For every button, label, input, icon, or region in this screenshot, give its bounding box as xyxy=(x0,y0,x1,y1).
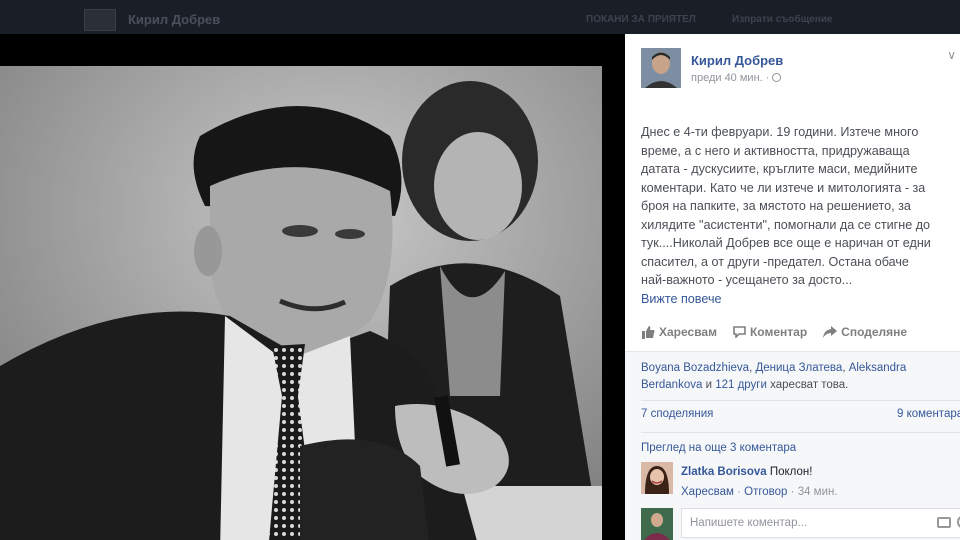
liker-link[interactable]: Berdankova xyxy=(641,379,702,391)
comments-count[interactable]: 9 коментара xyxy=(897,408,960,420)
others-likers-link[interactable]: 121 други xyxy=(715,379,767,391)
commenter-avatar-image xyxy=(641,462,673,494)
divider xyxy=(641,432,960,433)
profile-name-dim: Кирил Добрев xyxy=(128,12,221,27)
post-line: коментари. Като че ли изтече и митология… xyxy=(641,180,926,195)
post-line: датата - дускусиите, кръглите маси, меди… xyxy=(641,162,918,176)
my-avatar xyxy=(641,508,673,540)
globe-icon xyxy=(772,73,782,82)
share-button[interactable]: Споделяне xyxy=(823,325,907,339)
like-label: Харесвам xyxy=(659,325,717,339)
background-page-header: Кирил Добрев ПОКАНИ ЗА ПРИЯТЕЛ Изпрати с… xyxy=(0,0,960,34)
post-line: най-важното - усещането за досто... xyxy=(641,273,853,287)
commenter-name[interactable]: Zlatka Borisova xyxy=(681,466,767,478)
post-line: хилядите "асистенти", помогнали да се ст… xyxy=(641,217,931,232)
shares-count[interactable]: 7 споделяния xyxy=(641,408,713,420)
liker-link[interactable]: Деница Златева xyxy=(755,362,842,374)
comment-text: Поклон! xyxy=(769,466,813,478)
share-icon xyxy=(823,326,838,338)
photo-viewer xyxy=(0,34,625,540)
author-name[interactable]: Кирил Добрев xyxy=(691,53,783,68)
post-line: броя на папките, за мястото на решението… xyxy=(641,199,911,213)
like-button[interactable]: Харесвам xyxy=(641,325,717,339)
divider xyxy=(641,400,960,401)
profile-avatar-dim xyxy=(84,9,116,31)
send-message-button: Изпрати съобщение xyxy=(732,14,833,25)
photo-image xyxy=(0,66,602,540)
post-line: време, а с него и активността, придружав… xyxy=(641,143,910,158)
comment-input[interactable]: Напишете коментар... xyxy=(681,508,960,538)
camera-icon[interactable] xyxy=(937,517,951,528)
post-text: Днес е 4-ти февруари. 19 години. Изтече … xyxy=(641,123,960,308)
my-avatar-image xyxy=(641,508,673,540)
comment-body: Zlatka Borisova Поклон! xyxy=(681,466,812,478)
likes-tail: харесват това. xyxy=(766,379,849,391)
feedback-section: Boyana Bozadzhieva, Деница Златева, Alek… xyxy=(625,351,960,540)
thumbs-up-icon xyxy=(642,325,655,339)
post-line: спасител, а от други -предател. Остана о… xyxy=(641,254,909,269)
add-friend-button: ПОКАНИ ЗА ПРИЯТЕЛ xyxy=(586,14,696,25)
chevron-down-icon[interactable]: ∨ xyxy=(947,48,956,62)
post-timestamp[interactable]: преди 40 мин. · xyxy=(691,72,782,84)
post-line: Днес е 4-ти февруари. 19 години. Изтече … xyxy=(641,125,919,139)
post-time-text: преди 40 мин. · xyxy=(691,72,770,84)
liker-link[interactable]: Aleksandra xyxy=(849,362,907,374)
comment-label: Коментар xyxy=(749,325,808,339)
meta-dot: · xyxy=(787,486,798,498)
see-more-link[interactable]: Вижте повече xyxy=(641,292,722,306)
comment-icon xyxy=(733,326,746,338)
post-photo[interactable] xyxy=(0,66,602,540)
likes-summary: Boyana Bozadzhieva, Деница Златева, Alek… xyxy=(641,360,960,394)
liker-link[interactable]: Boyana Bozadzhieva xyxy=(641,362,749,374)
post-actions: Харесвам Коментар Споделяне xyxy=(641,325,960,339)
author-avatar-image xyxy=(641,48,681,88)
comment-meta: Харесвам · Отговор · 34 мин. xyxy=(681,486,838,498)
post-sidebar: Кирил Добрев преди 40 мин. · ∨ Днес е 4-… xyxy=(625,34,960,540)
view-more-comments-link[interactable]: Преглед на още 3 коментара xyxy=(641,442,796,454)
meta-dot: · xyxy=(733,486,745,498)
comment-reply-link[interactable]: Отговор xyxy=(744,486,787,498)
commenter-avatar[interactable] xyxy=(641,462,673,494)
comment-button[interactable]: Коментар xyxy=(733,325,807,339)
post-line: тук....Николай Добрев все още е наричан … xyxy=(641,236,931,250)
likes-and: и xyxy=(702,379,716,391)
share-label: Споделяне xyxy=(841,325,908,339)
author-avatar[interactable] xyxy=(641,48,681,88)
comment-like-link[interactable]: Харесвам xyxy=(681,486,734,498)
comment-time[interactable]: 34 мин. xyxy=(798,486,838,498)
